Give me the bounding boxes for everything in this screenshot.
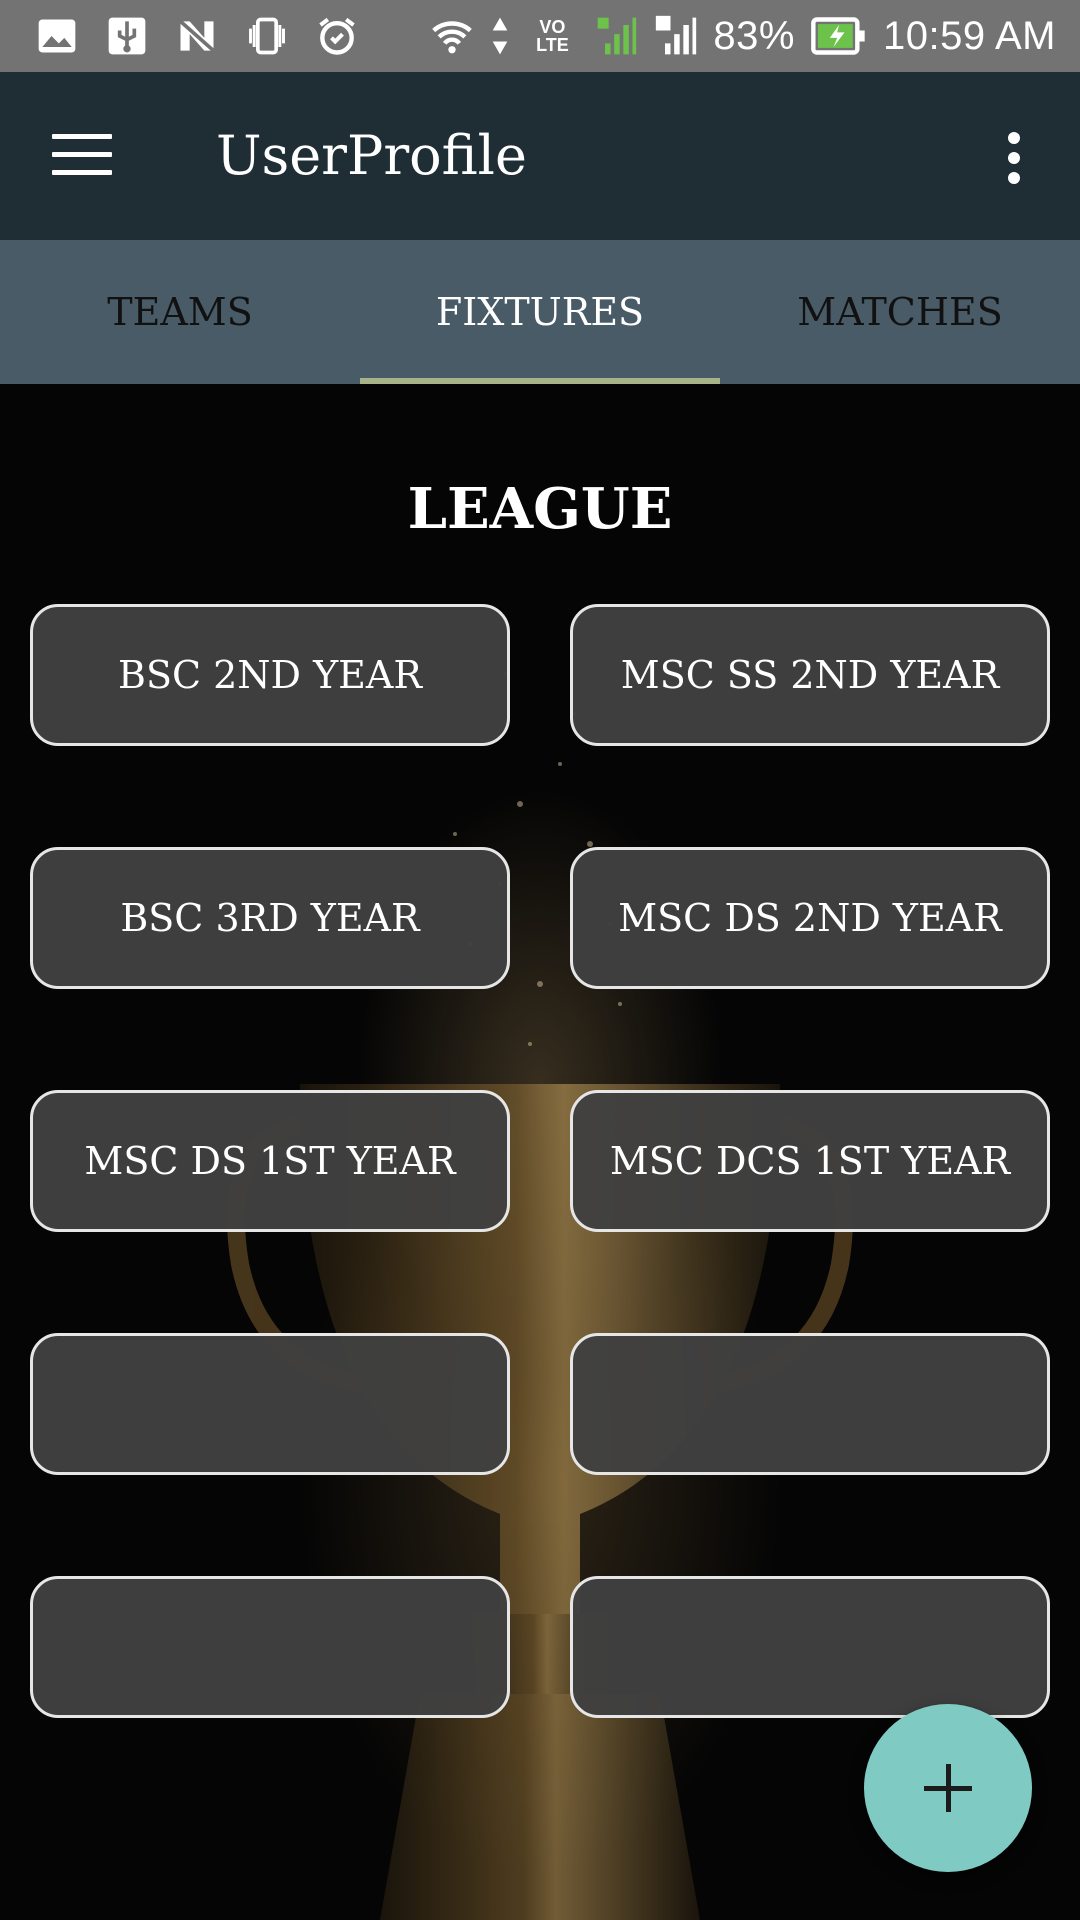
wifi-icon bbox=[429, 13, 475, 59]
alarm-icon bbox=[314, 13, 360, 59]
tab-teams[interactable]: TEAMS bbox=[0, 240, 360, 384]
fixtures-content: LEAGUE BSC 2ND YEAR MSC SS 2ND YEAR BSC … bbox=[0, 384, 1080, 1920]
league-button-msc-ss-2nd-year[interactable]: MSC SS 2ND YEAR bbox=[570, 604, 1050, 746]
league-button-empty-4[interactable] bbox=[570, 1576, 1050, 1718]
add-fab-button[interactable] bbox=[864, 1704, 1032, 1872]
image-icon bbox=[34, 13, 80, 59]
league-button-empty-1[interactable] bbox=[30, 1333, 510, 1475]
hamburger-menu-icon[interactable] bbox=[52, 134, 112, 178]
tab-fixtures[interactable]: FIXTURES bbox=[360, 240, 720, 384]
league-heading: LEAGUE bbox=[407, 476, 673, 542]
clock: 10:59 AM bbox=[882, 13, 1056, 58]
league-button-msc-ds-2nd-year[interactable]: MSC DS 2ND YEAR bbox=[570, 847, 1050, 989]
battery-charging-icon bbox=[809, 13, 869, 59]
signal-1-icon bbox=[593, 13, 639, 59]
vibrate-icon bbox=[244, 13, 290, 59]
volte-icon: VO LTE bbox=[536, 17, 569, 55]
status-bar: VO LTE 83% 10:59 AM bbox=[0, 0, 1080, 72]
page-title: UserProfile bbox=[216, 124, 527, 187]
signal-2-icon bbox=[653, 13, 699, 59]
league-button-bsc-3rd-year[interactable]: BSC 3RD YEAR bbox=[30, 847, 510, 989]
league-button-msc-ds-1st-year[interactable]: MSC DS 1ST YEAR bbox=[30, 1090, 510, 1232]
battery-percent: 83% bbox=[713, 13, 795, 58]
league-button-bsc-2nd-year[interactable]: BSC 2ND YEAR bbox=[30, 604, 510, 746]
tab-matches[interactable]: MATCHES bbox=[720, 240, 1080, 384]
league-button-empty-3[interactable] bbox=[30, 1576, 510, 1718]
usb-icon bbox=[104, 13, 150, 59]
n-icon bbox=[174, 13, 220, 59]
data-arrows-icon bbox=[489, 13, 511, 59]
league-button-empty-2[interactable] bbox=[570, 1333, 1050, 1475]
league-button-msc-dcs-1st-year[interactable]: MSC DCS 1ST YEAR bbox=[570, 1090, 1050, 1232]
tab-bar: TEAMS FIXTURES MATCHES bbox=[0, 240, 1080, 384]
more-vert-icon[interactable] bbox=[1000, 132, 1028, 184]
app-bar: UserProfile bbox=[0, 72, 1080, 240]
